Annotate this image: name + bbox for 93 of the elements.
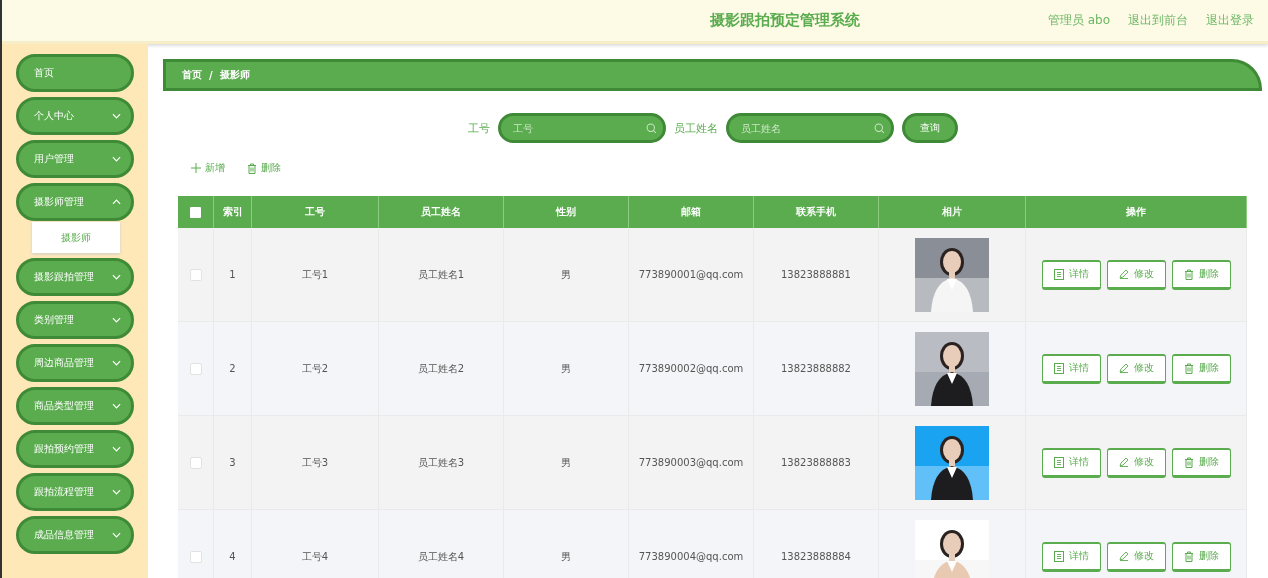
gender-cell: 男 bbox=[561, 267, 571, 282]
trash-icon bbox=[1183, 456, 1194, 468]
name-cell: 员工姓名3 bbox=[417, 455, 465, 470]
submenu-item[interactable]: 摄影师 bbox=[32, 222, 120, 253]
menu-item[interactable]: 跟拍预约管理 bbox=[16, 430, 134, 468]
menu-item[interactable]: 首页 bbox=[16, 54, 134, 92]
row-checkbox[interactable] bbox=[189, 268, 202, 281]
menu-item[interactable]: 个人中心 bbox=[16, 97, 134, 135]
chevron-icon bbox=[112, 156, 121, 162]
chevron-icon bbox=[112, 446, 121, 452]
index-cell: 3 bbox=[229, 457, 236, 468]
gender-cell: 男 bbox=[561, 455, 571, 470]
name-cell: 员工姓名4 bbox=[417, 549, 465, 564]
details-button[interactable]: 详情 bbox=[1041, 353, 1101, 384]
gender-cell: 男 bbox=[561, 549, 571, 564]
breadcrumb-item[interactable]: 摄影师 bbox=[219, 68, 250, 82]
header-link[interactable]: 退出到前台 bbox=[1128, 12, 1188, 29]
delete-button[interactable]: 删除 bbox=[1171, 447, 1231, 478]
document-icon bbox=[1053, 268, 1064, 280]
document-icon bbox=[1053, 362, 1064, 374]
employee-no-cell: 工号1 bbox=[301, 267, 329, 282]
menu-item[interactable]: 摄影跟拍管理 bbox=[16, 258, 134, 296]
edit-button[interactable]: 修改 bbox=[1106, 447, 1166, 478]
field-label: 工号 bbox=[467, 120, 490, 136]
pencil-icon bbox=[1118, 551, 1129, 561]
breadcrumb-separator: / bbox=[209, 69, 213, 81]
search-icon bbox=[873, 123, 885, 134]
delete-button[interactable]: 删除 bbox=[1171, 353, 1231, 384]
details-button[interactable]: 详情 bbox=[1041, 447, 1101, 478]
menu-item[interactable]: 类别管理 bbox=[16, 301, 134, 339]
row-checkbox[interactable] bbox=[189, 362, 202, 375]
name-cell: 员工姓名1 bbox=[417, 267, 465, 282]
employee-no-cell: 工号4 bbox=[301, 549, 329, 564]
email-cell: 773890002@qq.com bbox=[638, 363, 744, 374]
phone-cell: 13823888882 bbox=[781, 363, 851, 374]
gender-cell: 男 bbox=[561, 361, 571, 376]
menu-item[interactable]: 商品类型管理 bbox=[16, 387, 134, 425]
employee-no-cell: 工号2 bbox=[301, 361, 329, 376]
user-label: 管理员 abo bbox=[1047, 12, 1110, 29]
index-cell: 2 bbox=[229, 363, 236, 374]
edit-button[interactable]: 修改 bbox=[1106, 353, 1166, 384]
menu-item[interactable]: 跟拍流程管理 bbox=[16, 473, 134, 511]
menu-item[interactable]: 摄影师管理 bbox=[16, 183, 134, 221]
pencil-icon bbox=[1118, 457, 1129, 467]
chevron-icon bbox=[112, 489, 121, 495]
index-cell: 1 bbox=[229, 269, 236, 280]
chevron-icon bbox=[112, 317, 121, 323]
details-button[interactable]: 详情 bbox=[1041, 259, 1101, 290]
delete-button[interactable]: 删除 bbox=[1171, 259, 1231, 290]
edit-button[interactable]: 修改 bbox=[1106, 259, 1166, 290]
trash-icon bbox=[247, 162, 257, 174]
search-field[interactable]: 员工姓名 bbox=[725, 113, 894, 143]
delete-button[interactable]: 删除 bbox=[1171, 541, 1231, 572]
document-icon bbox=[1053, 550, 1064, 562]
delete-button[interactable]: 删除 bbox=[247, 161, 281, 175]
trash-icon bbox=[1183, 362, 1194, 374]
menu-item[interactable]: 周边商品管理 bbox=[16, 344, 134, 382]
breadcrumb-item[interactable]: 首页 bbox=[182, 68, 202, 82]
menu-item[interactable]: 用户管理 bbox=[16, 140, 134, 178]
query-button[interactable]: 查询 bbox=[901, 113, 958, 143]
details-button[interactable]: 详情 bbox=[1041, 541, 1101, 572]
menu-item[interactable]: 成品信息管理 bbox=[16, 516, 134, 554]
employee-no-cell: 工号3 bbox=[301, 455, 329, 470]
pencil-icon bbox=[1118, 363, 1129, 373]
row-checkbox[interactable] bbox=[189, 550, 202, 563]
chevron-icon bbox=[112, 403, 121, 409]
phone-cell: 13823888881 bbox=[781, 269, 851, 280]
name-cell: 员工姓名2 bbox=[417, 361, 465, 376]
edit-button[interactable]: 修改 bbox=[1106, 541, 1166, 572]
header-link[interactable]: 退出登录 bbox=[1206, 12, 1254, 29]
row-checkbox[interactable] bbox=[189, 456, 202, 469]
document-icon bbox=[1053, 456, 1064, 468]
phone-cell: 13823888883 bbox=[781, 457, 851, 468]
email-cell: 773890001@qq.com bbox=[638, 269, 744, 280]
field-label: 员工姓名 bbox=[673, 120, 718, 136]
chevron-icon bbox=[112, 199, 121, 205]
search-field[interactable]: 工号 bbox=[497, 113, 666, 143]
email-cell: 773890003@qq.com bbox=[638, 457, 744, 468]
trash-icon bbox=[1183, 550, 1194, 562]
index-cell: 4 bbox=[229, 551, 236, 562]
app-title: 摄影跟拍预定管理系统 bbox=[708, 11, 861, 30]
add-button[interactable]: 新增 bbox=[191, 161, 225, 175]
pencil-icon bbox=[1118, 269, 1129, 279]
plus-icon bbox=[191, 163, 201, 173]
phone-cell: 13823888884 bbox=[781, 551, 851, 562]
email-cell: 773890004@qq.com bbox=[638, 551, 744, 562]
search-icon bbox=[645, 123, 657, 134]
chevron-icon bbox=[112, 274, 121, 280]
chevron-icon bbox=[112, 113, 121, 119]
chevron-icon bbox=[112, 360, 121, 366]
trash-icon bbox=[1183, 268, 1194, 280]
select-all-checkbox[interactable] bbox=[190, 206, 201, 218]
chevron-icon bbox=[112, 532, 121, 538]
